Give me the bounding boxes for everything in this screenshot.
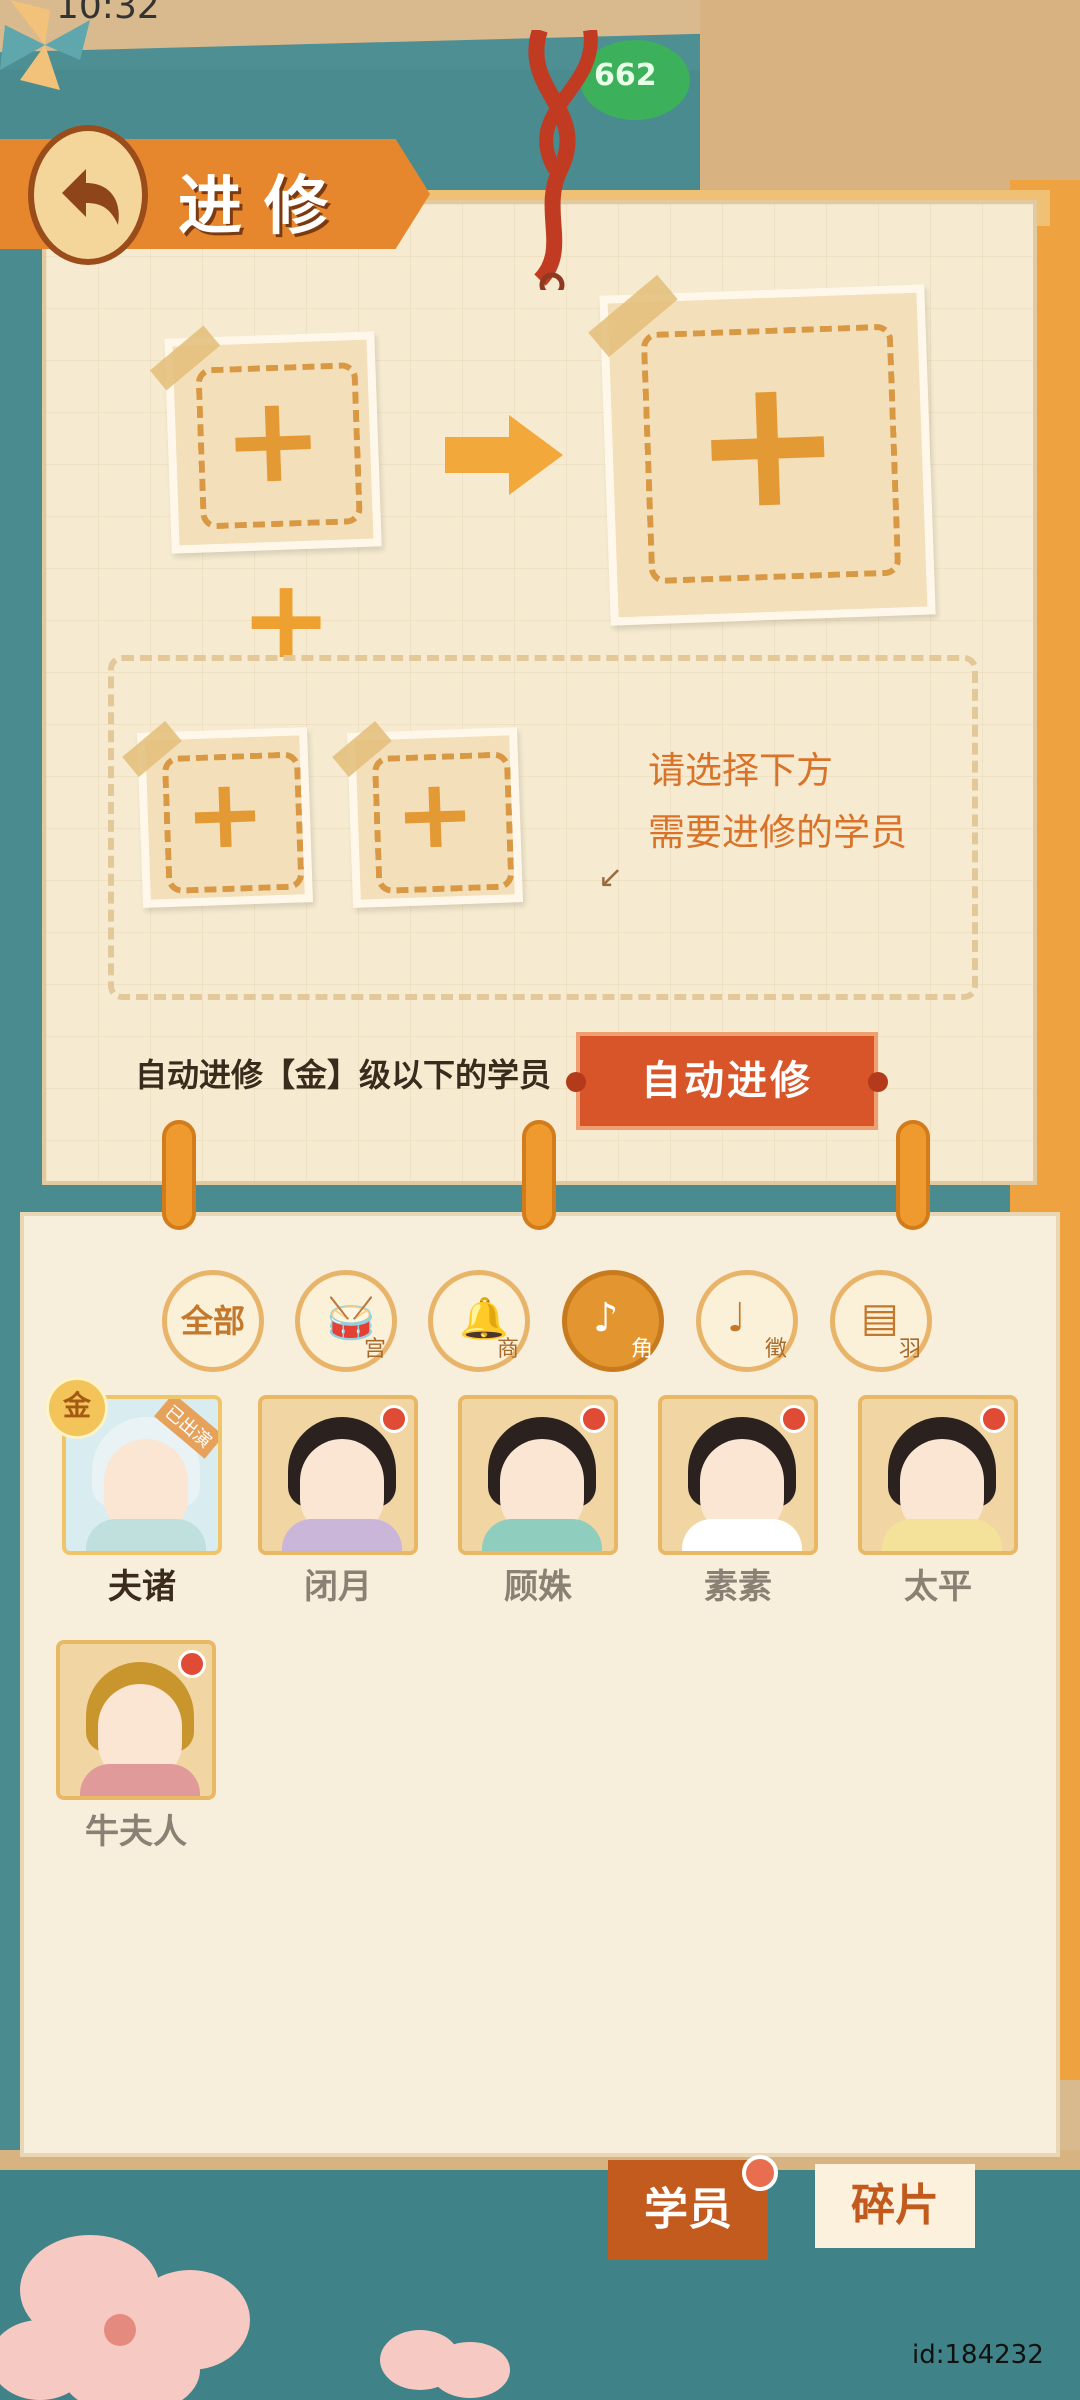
plus-icon: + <box>688 336 847 551</box>
character-name: 闭月 <box>304 1567 372 1607</box>
filter-label: 商 <box>496 1337 519 1362</box>
filter-shang[interactable]: 🔔 商 <box>428 1270 530 1372</box>
filter-zhi[interactable]: ♩ 徵 <box>696 1270 798 1372</box>
notification-dot <box>580 1405 608 1433</box>
plus-icon: + <box>182 756 268 872</box>
binder-ring <box>522 1120 556 1230</box>
binder-ring <box>896 1120 930 1230</box>
character-name: 顾姝 <box>504 1567 572 1607</box>
flute-icon: ♪ <box>593 1295 619 1341</box>
character-card[interactable]: 太平 <box>858 1395 1018 1608</box>
cherry-blossom-icon <box>380 2330 510 2398</box>
auto-upgrade-label: 自动进修【金】级以下的学员 <box>135 1056 552 1094</box>
filter-label: 羽 <box>898 1337 921 1362</box>
character-name: 素素 <box>704 1567 772 1607</box>
back-button[interactable] <box>28 125 148 265</box>
hint-arrow-icon: ↙ <box>598 860 624 895</box>
gold-rank-badge: 金 <box>46 1377 108 1439</box>
page-title: 进修 <box>178 170 350 244</box>
filter-label: 徵 <box>764 1337 787 1362</box>
character-card[interactable]: 闭月 <box>258 1395 418 1608</box>
hint-line-2: 需要进修的学员 <box>648 811 907 854</box>
filter-label: 宫 <box>363 1337 386 1362</box>
cherry-blossom-icon <box>0 2235 250 2400</box>
notification-dot <box>780 1405 808 1433</box>
page-header: 进修 <box>0 125 430 265</box>
character-card[interactable]: 牛夫人 <box>56 1640 216 1853</box>
pinwheel-decoration-icon <box>0 0 90 90</box>
notification-dot <box>742 2155 778 2191</box>
tab-fragments[interactable]: 碎片 <box>815 2164 975 2248</box>
back-arrow-icon <box>62 169 119 225</box>
character-name: 牛夫人 <box>85 1812 187 1852</box>
pipa-icon: ♩ <box>727 1295 746 1341</box>
character-name: 太平 <box>904 1567 972 1607</box>
auto-upgrade-button[interactable]: 自动进修 <box>566 1032 888 1130</box>
red-knot-icon <box>528 30 598 290</box>
character-name: 夫诸 <box>108 1567 176 1607</box>
result-slot[interactable]: + <box>599 284 936 626</box>
character-card[interactable]: 金 已出演 夫诸 <box>46 1377 222 1608</box>
notification-dot <box>178 1650 206 1678</box>
zither-icon: ▤ <box>861 1295 899 1341</box>
filter-label: 角 <box>630 1337 653 1362</box>
filter-gong[interactable]: 🥁 宫 <box>295 1270 397 1372</box>
binder-ring <box>162 1120 196 1230</box>
filter-all[interactable]: 全部 <box>162 1270 264 1372</box>
filter-label: 全部 <box>180 1302 245 1340</box>
arrow-right-icon <box>445 415 563 495</box>
hint-text: 请选择下方 需要进修的学员 <box>648 740 907 864</box>
notification-dot <box>980 1405 1008 1433</box>
user-id: id:184232 <box>912 2340 1044 2370</box>
status-bar: 10:32 <box>0 0 1080 27</box>
notification-dot <box>380 1405 408 1433</box>
character-card[interactable]: 素素 <box>658 1395 818 1608</box>
hint-line-1: 请选择下方 <box>648 749 833 792</box>
plus-icon: + <box>220 369 326 512</box>
plus-icon: + <box>392 756 478 872</box>
filter-yu[interactable]: ▤ 羽 <box>830 1270 932 1372</box>
character-card[interactable]: 顾姝 <box>458 1395 618 1608</box>
filter-jue[interactable]: ♪ 角 <box>562 1270 664 1372</box>
